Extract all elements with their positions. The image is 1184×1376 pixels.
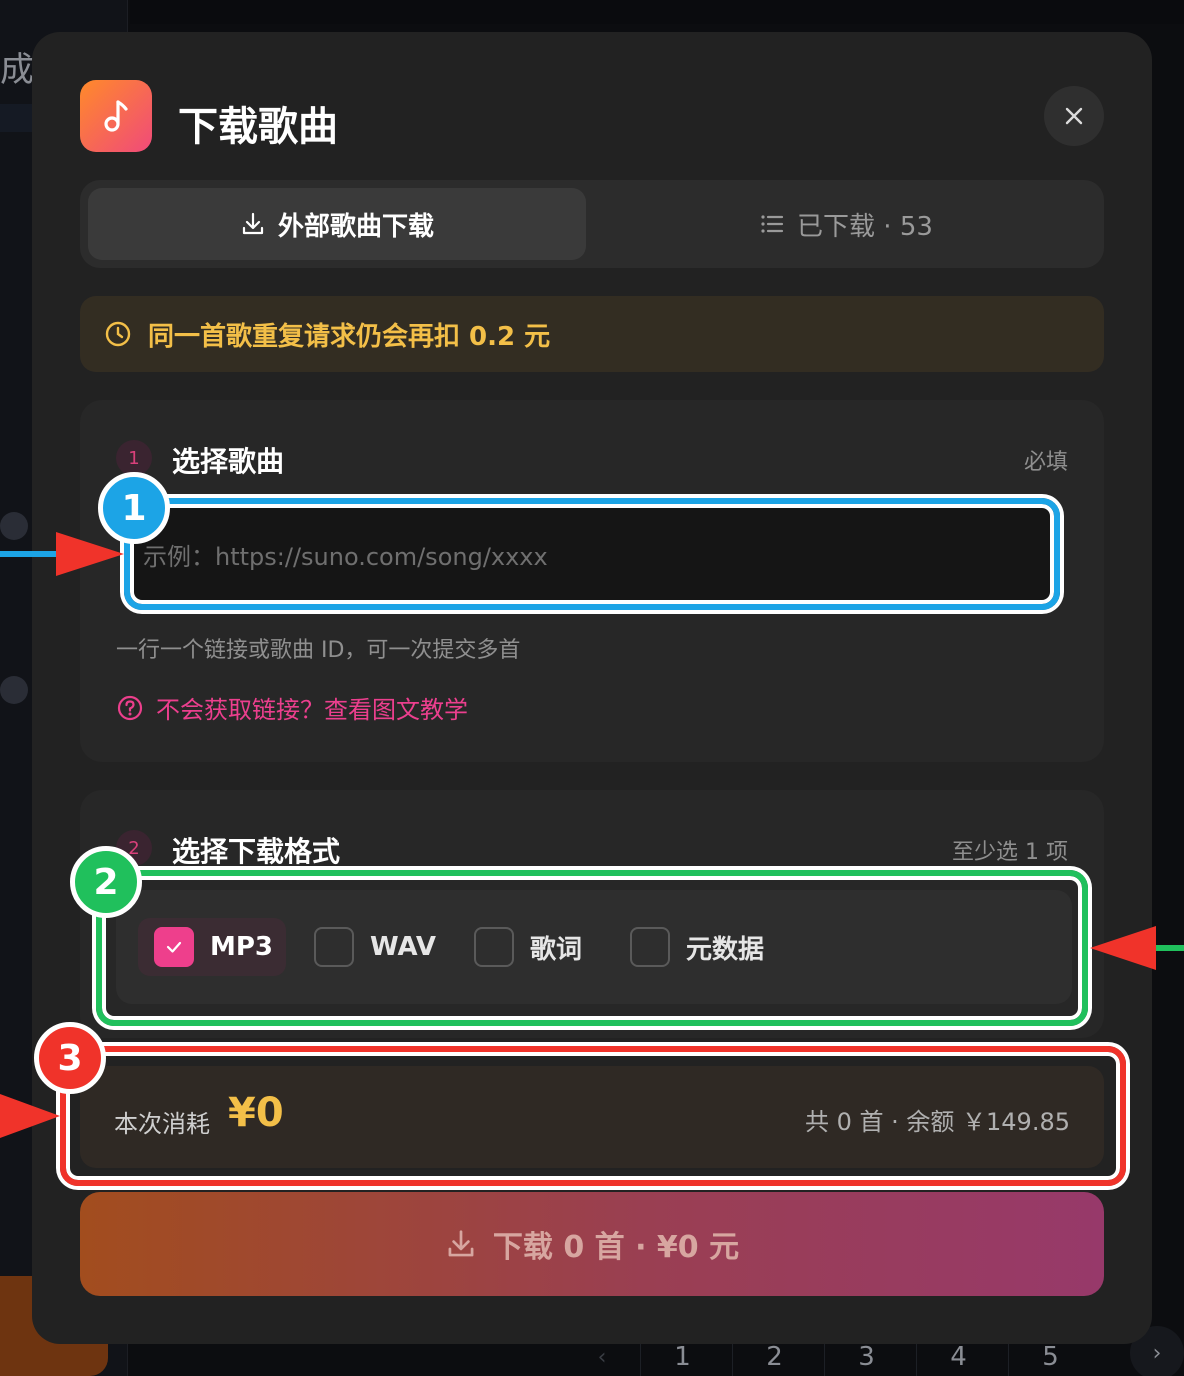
background-header xyxy=(130,0,1184,24)
close-button[interactable] xyxy=(1044,86,1104,146)
notice-text: 同一首歌重复请求仍会再扣 0.2 元 xyxy=(148,321,551,352)
tab-bar: 外部歌曲下载 已下载 · 53 xyxy=(80,180,1104,268)
required-hint: 必填 xyxy=(1023,450,1068,475)
tab-external-download[interactable]: 外部歌曲下载 xyxy=(88,188,586,260)
tutorial-link[interactable]: 不会获取链接？查看图文教学 xyxy=(116,690,468,725)
tab-label: 已下载 · 53 xyxy=(797,211,933,242)
annotation-arrow-3 xyxy=(0,1094,60,1138)
download-button-label: 下载 0 首 · ¥0 元 xyxy=(492,1230,740,1265)
annotation-arrow-1 xyxy=(0,532,124,576)
close-icon xyxy=(1065,107,1083,125)
annotation-arrow-2 xyxy=(1090,926,1184,970)
annotation-badge-2: 2 xyxy=(70,846,142,918)
repeat-charge-notice: 同一首歌重复请求仍会再扣 0.2 元 xyxy=(80,296,1104,372)
tab-downloaded[interactable]: 已下载 · 53 xyxy=(596,188,1096,260)
annotation-box-1 xyxy=(124,498,1060,610)
list-icon xyxy=(761,215,784,233)
download-button[interactable]: 下载 0 首 · ¥0 元 xyxy=(80,1192,1104,1296)
background-dot xyxy=(0,676,28,704)
input-helper-text: 一行一个链接或歌曲 ID，可一次提交多首 xyxy=(116,638,521,663)
download-icon xyxy=(242,212,264,235)
annotation-box-3 xyxy=(60,1046,1126,1186)
music-note-icon xyxy=(80,80,152,152)
annotation-box-2 xyxy=(96,870,1088,1026)
background-sidebar-text: 成 xyxy=(0,50,34,90)
clock-icon xyxy=(105,321,131,347)
section-title: 选择歌曲 xyxy=(172,445,285,478)
annotation-badge-3: 3 xyxy=(34,1022,106,1094)
step-number: 1 xyxy=(116,440,152,476)
download-icon xyxy=(448,1230,474,1257)
format-min-hint: 至少选 1 项 xyxy=(952,840,1068,865)
modal-title: 下载歌曲 xyxy=(178,104,338,150)
section-title: 选择下载格式 xyxy=(172,835,341,868)
tutorial-link-text: 不会获取链接？查看图文教学 xyxy=(156,696,468,724)
tab-label: 外部歌曲下载 xyxy=(277,211,434,242)
question-icon xyxy=(117,695,143,720)
